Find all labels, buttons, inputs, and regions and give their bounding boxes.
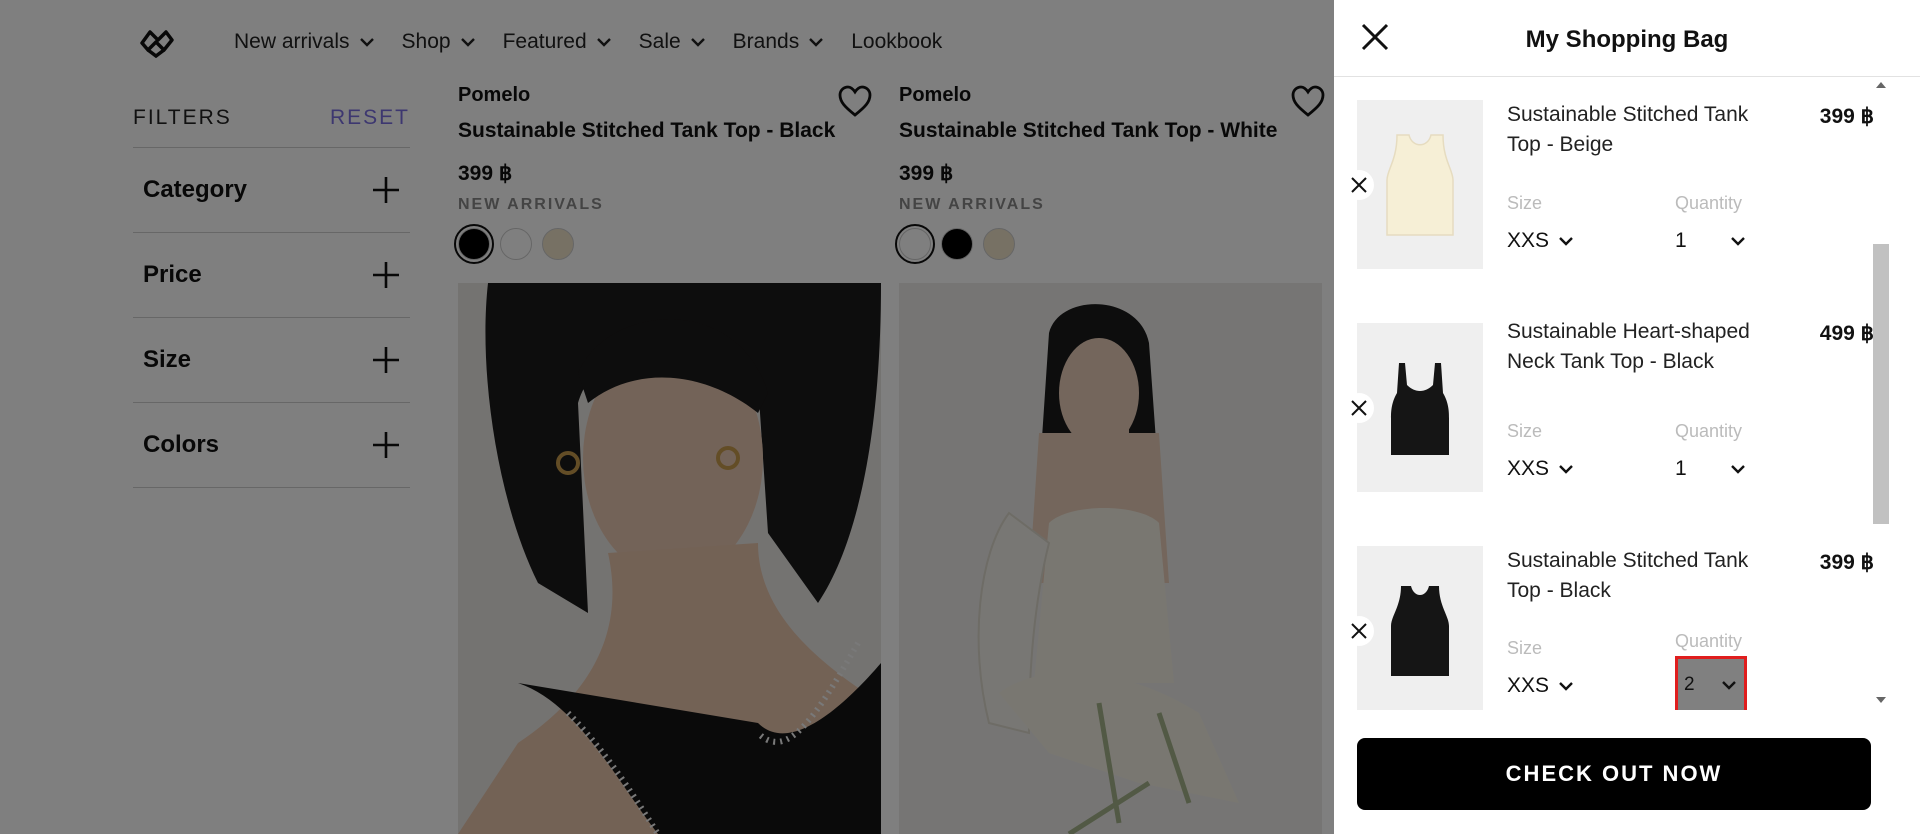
bag-items-list: Sustainable Stitched Tank Top - Beige 39… bbox=[1334, 78, 1920, 710]
size-select[interactable]: XXS bbox=[1507, 454, 1575, 484]
chevron-down-icon bbox=[1559, 465, 1573, 474]
item-thumbnail[interactable] bbox=[1357, 323, 1483, 492]
item-price: 499 ฿ bbox=[1819, 322, 1874, 345]
item-name[interactable]: Sustainable Heart-shaped Neck Tank Top -… bbox=[1507, 317, 1752, 377]
bag-scroll-up-arrow[interactable] bbox=[1876, 82, 1886, 88]
quantity-select[interactable]: 1 bbox=[1675, 226, 1747, 256]
tank-top-black-image bbox=[1391, 586, 1449, 676]
tank-top-beige-image bbox=[1386, 134, 1454, 236]
item-price: 399 ฿ bbox=[1819, 551, 1874, 574]
item-thumbnail[interactable] bbox=[1357, 100, 1483, 269]
chevron-down-icon bbox=[1559, 237, 1573, 246]
item-name[interactable]: Sustainable Stitched Tank Top - Black bbox=[1507, 546, 1752, 606]
chevron-down-icon bbox=[1722, 681, 1736, 690]
tank-top-black-image bbox=[1391, 363, 1449, 455]
remove-item-button[interactable] bbox=[1344, 170, 1374, 200]
chevron-down-icon bbox=[1731, 465, 1745, 474]
quantity-value: 1 bbox=[1675, 457, 1687, 480]
close-icon bbox=[1351, 177, 1367, 193]
chevron-down-icon bbox=[1731, 237, 1745, 246]
size-label: Size bbox=[1507, 638, 1543, 658]
checkout-button[interactable]: CHECK OUT NOW bbox=[1357, 738, 1871, 810]
quantity-label: Quantity bbox=[1675, 193, 1743, 213]
item-name[interactable]: Sustainable Stitched Tank Top - Beige bbox=[1507, 100, 1752, 160]
size-value: XXS bbox=[1507, 674, 1550, 697]
quantity-select[interactable]: 2 bbox=[1675, 656, 1747, 710]
size-value: XXS bbox=[1507, 457, 1550, 480]
size-label: Size bbox=[1507, 421, 1543, 441]
quantity-value: 1 bbox=[1675, 229, 1687, 252]
size-label: Size bbox=[1507, 193, 1543, 213]
quantity-label: Quantity bbox=[1675, 631, 1743, 651]
drawer-title: My Shopping Bag bbox=[1525, 26, 1729, 53]
size-value: XXS bbox=[1507, 229, 1550, 252]
shopping-bag-drawer: My Shopping Bag Sustainable Stitched Tan… bbox=[1334, 0, 1920, 834]
size-select[interactable]: XXS bbox=[1507, 226, 1575, 256]
chevron-down-icon bbox=[1559, 682, 1573, 691]
bag-scrollbar-thumb[interactable] bbox=[1873, 244, 1889, 524]
quantity-select[interactable]: 1 bbox=[1675, 454, 1747, 484]
remove-item-button[interactable] bbox=[1344, 616, 1374, 646]
page-dim-overlay[interactable] bbox=[0, 0, 1334, 834]
drawer-header: My Shopping Bag bbox=[1334, 0, 1920, 77]
item-price: 399 ฿ bbox=[1819, 105, 1874, 128]
quantity-label: Quantity bbox=[1675, 421, 1743, 441]
item-thumbnail[interactable] bbox=[1357, 546, 1483, 710]
quantity-value: 2 bbox=[1684, 674, 1695, 695]
close-icon bbox=[1351, 623, 1367, 639]
close-icon bbox=[1351, 400, 1367, 416]
bag-scroll-down-arrow[interactable] bbox=[1876, 697, 1886, 703]
remove-item-button[interactable] bbox=[1344, 393, 1374, 423]
size-select[interactable]: XXS bbox=[1507, 671, 1575, 701]
